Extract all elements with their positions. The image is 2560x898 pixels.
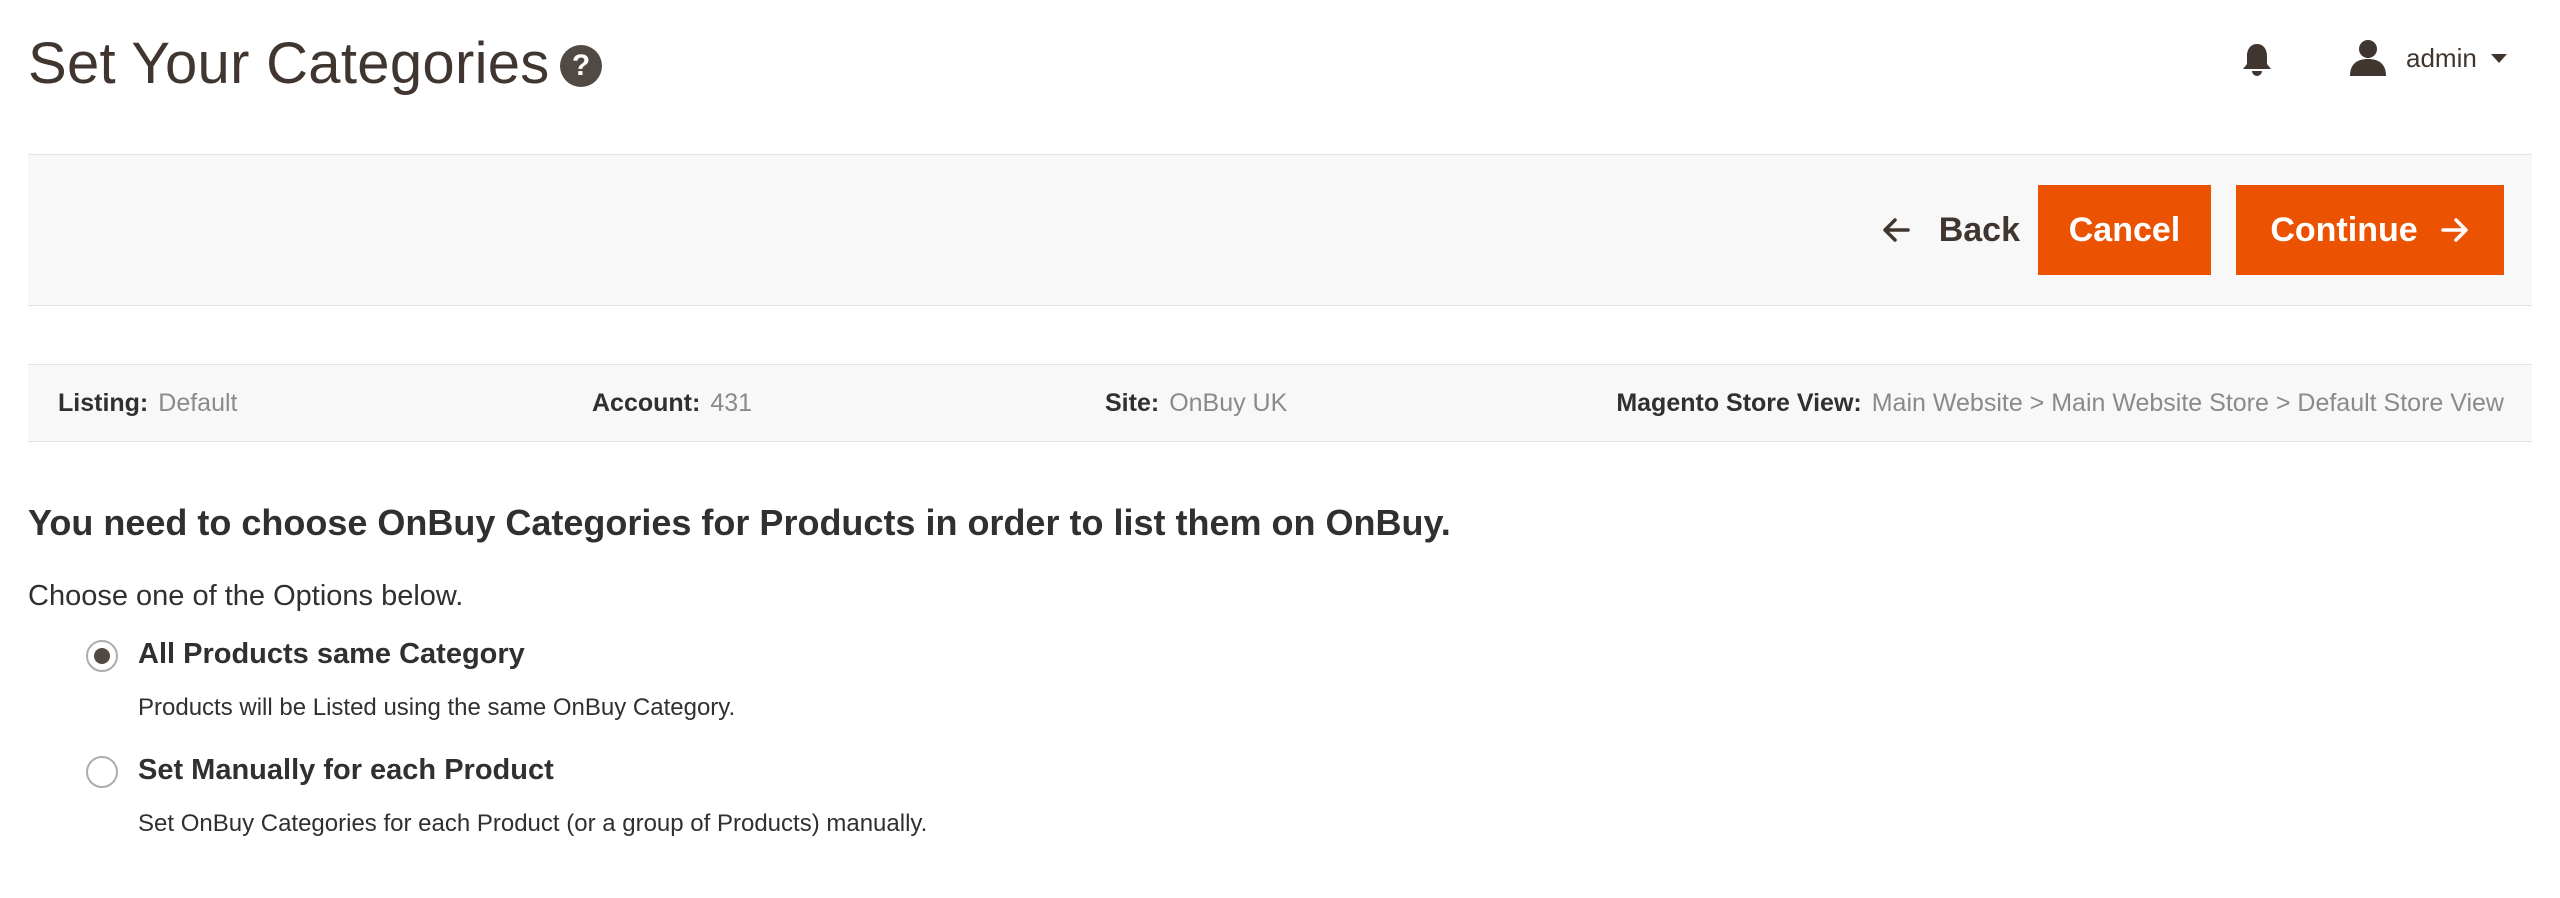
continue-label: Continue	[2270, 210, 2418, 249]
option-note: Products will be Listed using the same O…	[138, 694, 736, 721]
arrow-right-icon	[2440, 218, 2468, 242]
continue-button[interactable]: Continue	[2236, 185, 2504, 275]
action-bar: Back Cancel Continue	[28, 154, 2532, 306]
account-info: Account: 431	[592, 389, 752, 418]
option-note: Set OnBuy Categories for each Product (o…	[138, 810, 928, 837]
option-label[interactable]: Set Manually for each Product	[138, 754, 554, 787]
listing-info-bar: Listing: Default Account: 431 Site: OnBuy U…	[28, 364, 2532, 442]
account-value: 431	[710, 389, 753, 417]
user-menu[interactable]: admin	[2348, 36, 2507, 80]
store-view-label: Magento Store View:	[1616, 389, 1862, 417]
user-icon	[2350, 40, 2386, 76]
cancel-button[interactable]: Cancel	[2038, 185, 2211, 275]
page: Set Your Categories ? admin Back Cancel …	[0, 0, 2560, 898]
account-label: Account:	[592, 389, 701, 417]
chevron-down-icon	[2490, 53, 2507, 63]
bell-icon[interactable]	[2240, 42, 2274, 78]
user-name: admin	[2406, 42, 2477, 73]
back-button[interactable]: Back	[1881, 193, 2020, 267]
site-value: OnBuy UK	[1169, 389, 1288, 417]
site-label: Site:	[1105, 389, 1160, 417]
listing-label: Listing:	[58, 389, 149, 417]
listing-info: Listing: Default	[58, 389, 237, 418]
listing-value: Default	[158, 389, 238, 417]
back-label: Back	[1938, 210, 2020, 249]
store-view-value: Main Website > Main Website Store > Defa…	[1871, 389, 2504, 417]
question-circle-icon[interactable]: ?	[560, 45, 602, 87]
radio-all-products-same-category[interactable]	[86, 640, 118, 672]
store-view-info: Magento Store View: Main Website > Main W…	[1616, 389, 2504, 418]
site-info: Site: OnBuy UK	[1105, 389, 1287, 418]
arrow-left-icon	[1882, 218, 1910, 242]
radio-set-manually[interactable]	[86, 756, 118, 788]
option-label[interactable]: All Products same Category	[138, 638, 525, 671]
main-heading: You need to choose OnBuy Categories for …	[28, 502, 1451, 543]
intro-text: Choose one of the Options below.	[28, 580, 464, 612]
page-title: Set Your Categories	[28, 31, 550, 96]
cancel-label: Cancel	[2068, 210, 2181, 249]
